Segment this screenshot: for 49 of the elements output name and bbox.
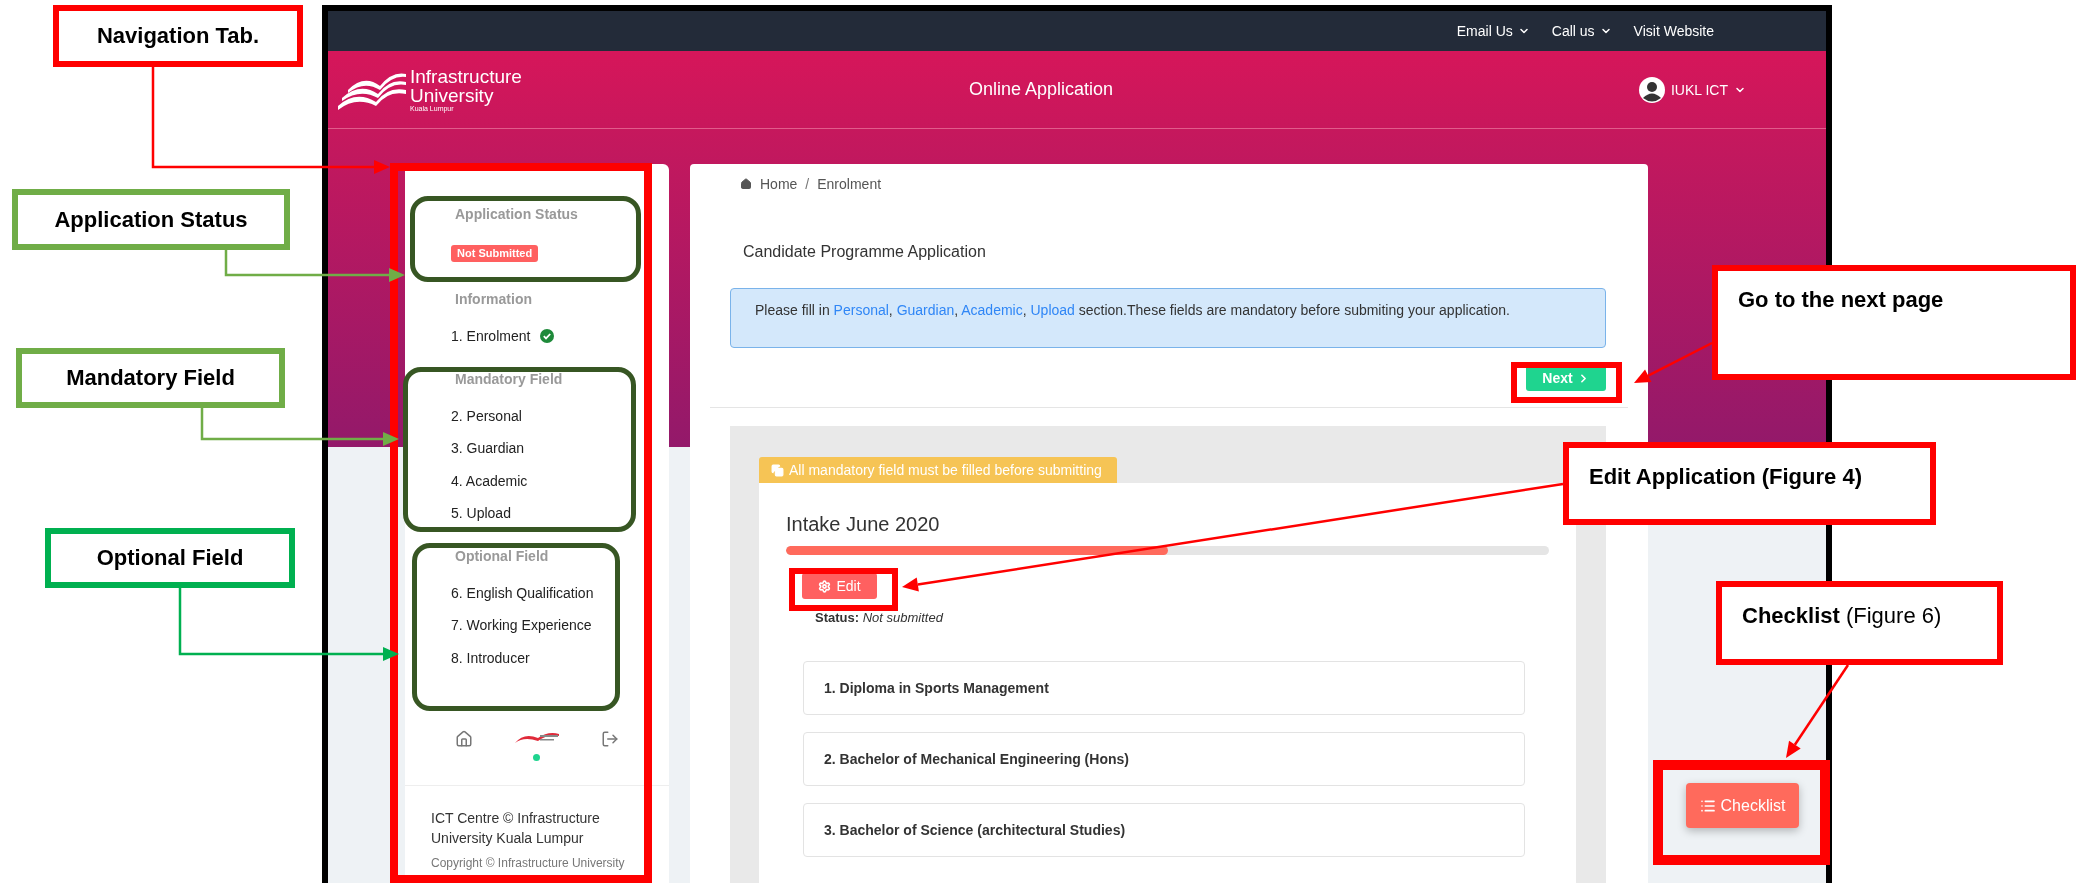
callout-label: Navigation Tab. <box>53 5 303 67</box>
breadcrumb-link[interactable]: Home <box>760 176 798 192</box>
logout-icon[interactable] <box>600 730 619 748</box>
nav-item[interactable]: 3. Guardian <box>451 432 525 465</box>
programme-item[interactable]: 2. Bachelor of Mechanical Engineering (Hons) <box>803 732 1525 786</box>
nav-item[interactable]: 1. Enrolment <box>451 320 555 353</box>
info-notice: Please fill in Personal, Guardian, Academic, Upload section.These fields are mandatory before submiting your application. <box>730 288 1606 348</box>
copyright-text: Copyright © Infrastructure University <box>431 856 626 870</box>
section-heading: Optional Field <box>454 546 550 566</box>
status-badge: Not Submitted <box>451 245 539 262</box>
logo-icon[interactable] <box>514 730 560 744</box>
top-link[interactable]: Visit Website <box>1633 23 1714 39</box>
section-heading: Application Status <box>454 205 579 224</box>
page-title: Online Application <box>968 79 1114 100</box>
callout-label: Checklist (Figure 6) <box>1716 581 2003 665</box>
home-icon <box>740 178 752 190</box>
nav-item[interactable]: 4. Academic <box>451 464 528 497</box>
callout-label: Go to the next page <box>1712 265 2076 380</box>
callout-label: Optional Field <box>45 528 295 588</box>
check-icon <box>540 329 555 344</box>
top-link[interactable]: Call us <box>1551 23 1612 39</box>
nav-item[interactable]: 8. Introducer <box>451 641 530 674</box>
copy-icon <box>771 463 784 477</box>
status-text: Status: Not submitted <box>815 610 945 625</box>
logo-text: University <box>410 86 495 105</box>
settings-icon <box>818 579 832 593</box>
top-link[interactable]: Email Us <box>1456 23 1530 39</box>
nav-item[interactable]: 7. Working Experience <box>451 609 592 642</box>
logo-text: Infrastructure <box>410 67 522 86</box>
breadcrumb-link[interactable]: Enrolment <box>817 176 882 192</box>
active-dot <box>533 754 541 761</box>
programme-item[interactable]: 1. Diploma in Sports Management <box>803 661 1525 715</box>
avatar-icon <box>1638 76 1665 103</box>
section-heading: Mandatory Field <box>454 369 564 389</box>
tab-label: All mandatory field must be filled before submitting <box>789 462 1102 478</box>
breadcrumb-separator: / <box>805 176 810 192</box>
section-heading: Information <box>454 290 533 309</box>
nav-item[interactable]: 2. Personal <box>451 399 522 432</box>
footer-credit: ICT Centre © Infrastructure University Kuala Lumpur <box>431 809 601 848</box>
section-title: Candidate Programme Application <box>743 243 987 261</box>
programme-item[interactable]: 3. Bachelor of Science (architectural Studies) <box>803 803 1525 857</box>
callout-label: Edit Application (Figure 4) <box>1563 442 1936 525</box>
intake-title: Intake June 2020 <box>786 513 941 536</box>
nav-item[interactable]: 5. Upload <box>451 497 511 530</box>
user-menu[interactable]: IUKL ICT <box>1638 76 1746 103</box>
home-icon[interactable] <box>455 730 474 748</box>
callout-label: Application Status <box>12 189 290 250</box>
nav-item[interactable]: 6. English Qualification <box>451 576 594 609</box>
callout-label: Mandatory Field <box>16 348 285 408</box>
